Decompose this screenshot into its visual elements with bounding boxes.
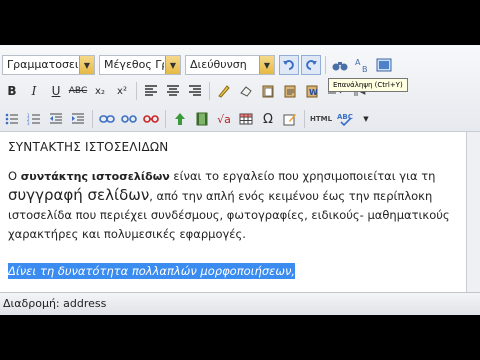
chevron-down-icon: ▼ xyxy=(79,56,94,74)
redo-tooltip: Επανάληψη (Ctrl+Y) xyxy=(328,78,408,92)
editor-toolbar: Γραμματοσειρά ▼ Μέγεθος Γραμ ▼ Διεύθυνση… xyxy=(0,45,480,132)
svg-text:3: 3 xyxy=(27,121,30,125)
replace-icon[interactable]: AB xyxy=(352,55,372,75)
para-bold: συντάκτης ιστοσελίδων xyxy=(20,170,170,183)
toolbar-separator xyxy=(92,110,93,128)
html-icon[interactable]: HTML xyxy=(309,109,333,129)
special-char-icon[interactable]: Ω xyxy=(258,109,278,129)
toolbar-row-1: Γραμματοσειρά ▼ Μέγεθος Γραμ ▼ Διεύθυνση… xyxy=(2,53,396,77)
svg-text:B: B xyxy=(362,65,368,73)
para-start: Ο xyxy=(8,169,21,183)
clean-icon[interactable] xyxy=(214,81,234,101)
paste-icon[interactable] xyxy=(258,81,278,101)
toolbar-separator xyxy=(209,82,210,100)
toolbar-separator xyxy=(304,110,305,128)
para-mid: είναι το εργαλείο που χρησιμοποιείται γι… xyxy=(169,169,436,183)
image-icon[interactable] xyxy=(170,109,190,129)
font-select[interactable]: Γραμματοσειρά ▼ xyxy=(2,55,95,75)
svg-text:A: A xyxy=(355,58,361,67)
status-path-value[interactable]: address xyxy=(63,297,106,310)
font-select-label: Γραμματοσειρά xyxy=(7,58,78,71)
para-large: συγγραφή σελίδων xyxy=(8,186,150,204)
toolbar-separator xyxy=(165,110,166,128)
toolbar-separator xyxy=(325,56,326,74)
toolbar-row-2: B I U ABC x₂ x² W xyxy=(2,79,370,103)
paste-text-icon[interactable] xyxy=(280,81,300,101)
italic-icon[interactable]: I xyxy=(24,81,44,101)
eraser-icon[interactable] xyxy=(236,81,256,101)
spellcheck-icon[interactable]: ABC xyxy=(335,109,359,129)
align-right-icon[interactable] xyxy=(185,81,205,101)
status-bar: Διαδρομή: address xyxy=(0,292,480,315)
size-select-label: Μέγεθος Γραμ xyxy=(104,58,164,71)
redo-icon[interactable] xyxy=(301,55,321,75)
formula-icon[interactable]: √a xyxy=(214,109,234,129)
content-paragraph: Ο συντάκτης ιστοσελίδων είναι το εργαλεί… xyxy=(8,167,458,244)
toolbar-row-3: 123 √a Ω HTML ABC ▼ xyxy=(2,107,373,131)
number-list-icon[interactable]: 123 xyxy=(24,109,44,129)
chevron-down-icon: ▼ xyxy=(259,56,274,74)
bold-icon[interactable]: B xyxy=(2,81,22,101)
outdent-icon[interactable] xyxy=(46,109,66,129)
fullscreen-icon[interactable] xyxy=(374,55,394,75)
subscript-icon[interactable]: x₂ xyxy=(90,81,110,101)
link-icon[interactable] xyxy=(97,109,117,129)
vertical-scrollbar[interactable] xyxy=(466,132,480,292)
underline-icon[interactable]: U xyxy=(46,81,66,101)
size-select[interactable]: Μέγεθος Γραμ ▼ xyxy=(99,55,181,75)
find-icon[interactable] xyxy=(330,55,350,75)
address-select-label: Διεύθυνση xyxy=(190,58,247,71)
media-icon[interactable] xyxy=(192,109,212,129)
editor-content[interactable]: ΣΥΝΤΑΚΤΗΣ ΙΣΤΟΣΕΛΙΔΩΝ Ο συντάκτης ιστοσε… xyxy=(0,132,467,292)
align-left-icon[interactable] xyxy=(141,81,161,101)
content-heading: ΣΥΝΤΑΚΤΗΣ ΙΣΤΟΣΕΛΙΔΩΝ xyxy=(8,140,169,154)
chevron-down-icon[interactable]: ▼ xyxy=(361,109,371,129)
chevron-down-icon: ▼ xyxy=(165,56,180,74)
editor-frame: Γραμματοσειρά ▼ Μέγεθος Γραμ ▼ Διεύθυνση… xyxy=(0,45,480,315)
address-select[interactable]: Διεύθυνση ▼ xyxy=(185,55,275,75)
toolbar-separator xyxy=(136,82,137,100)
anchor-icon[interactable] xyxy=(141,109,161,129)
edit-icon[interactable] xyxy=(280,109,300,129)
table-icon[interactable] xyxy=(236,109,256,129)
status-path-label: Διαδρομή: xyxy=(3,297,60,310)
selected-text[interactable]: Δίνει τη δυνατότητα πολλαπλών μορφοποιήσ… xyxy=(8,263,296,279)
align-center-icon[interactable] xyxy=(163,81,183,101)
svg-text:W: W xyxy=(309,88,318,97)
indent-icon[interactable] xyxy=(68,109,88,129)
superscript-icon[interactable]: x² xyxy=(112,81,132,101)
selected-line: Δίνει τη δυνατότητα πολλαπλών μορφοποιήσ… xyxy=(8,260,458,279)
strikethrough-icon[interactable]: ABC xyxy=(68,81,88,101)
undo-icon[interactable] xyxy=(279,55,299,75)
paste-word-icon[interactable]: W xyxy=(302,81,322,101)
svg-text:ABC: ABC xyxy=(337,113,353,121)
unlink-icon[interactable] xyxy=(119,109,139,129)
bullet-list-icon[interactable] xyxy=(2,109,22,129)
